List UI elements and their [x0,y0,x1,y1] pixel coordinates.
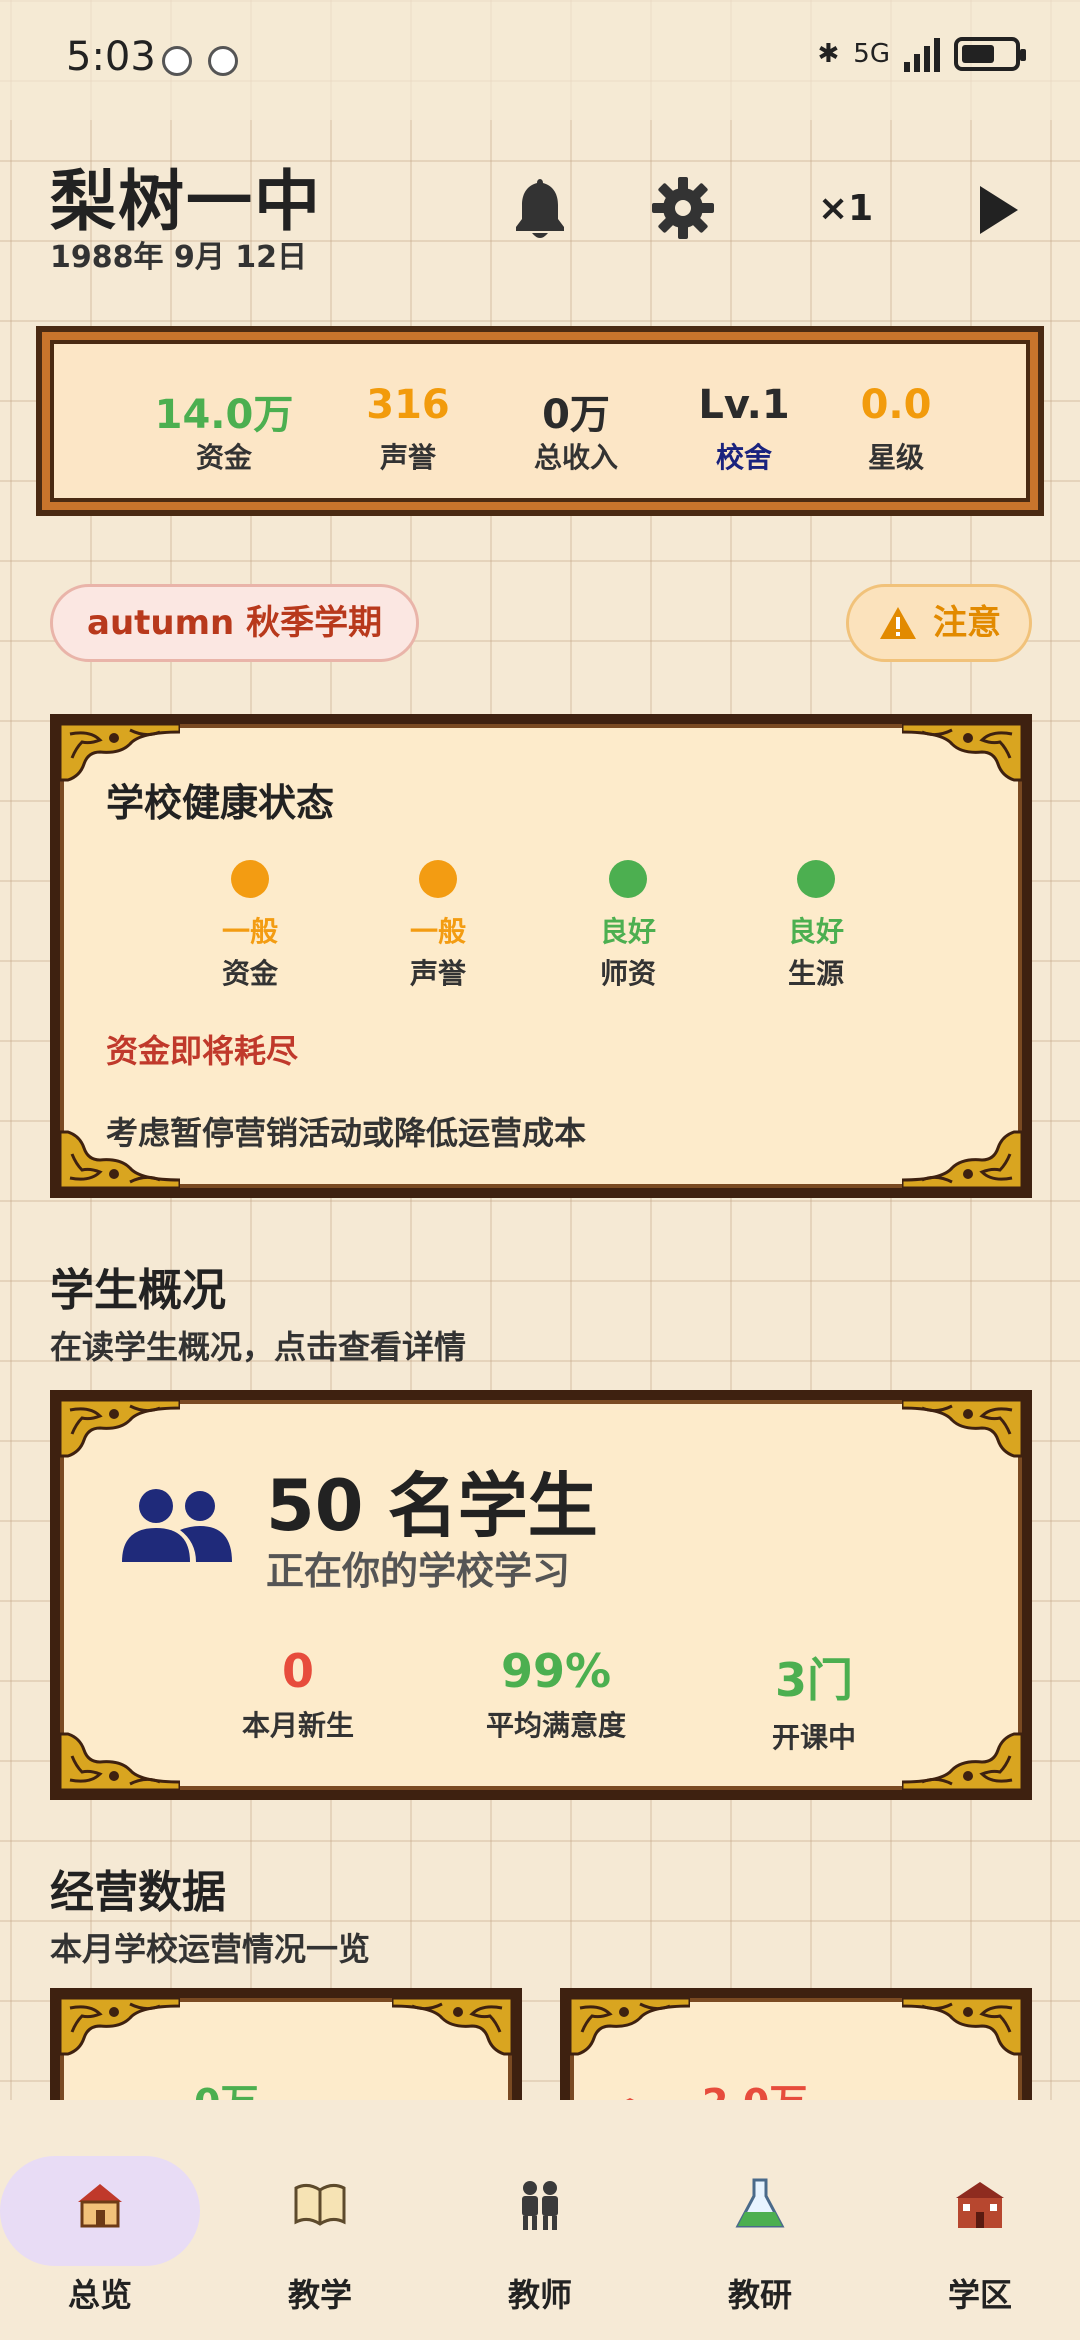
status-indicators: ✱ 5G [817,36,1026,72]
status-bar: 5:03 ✱ 5G [0,0,1080,120]
health-item-teachers: 良好 师资 [568,860,688,992]
health-name: 生源 [787,957,844,990]
status-dot [231,860,269,898]
nav-research[interactable]: 教研 [660,2126,860,2326]
book-icon [294,2183,346,2226]
signal-icon [904,36,940,72]
health-title: 学校健康状态 [106,781,335,825]
warning-label: 注意 [933,603,1001,643]
health-item-funds: 一般 资金 [190,860,310,992]
network-type: 5G [853,39,890,69]
status-dot [419,860,457,898]
bell-icon[interactable] [512,175,568,241]
health-advice: 考虑暂停营销活动或降低运营成本 [106,1114,587,1152]
corner-ornament [902,1128,1022,1188]
student-count-subtitle: 正在你的学校学习 [266,1549,571,1593]
health-state: 良好 [599,915,656,948]
stat-total-income: 0万 总收入 [486,382,666,476]
students-section-subtitle: 在读学生概况，点击查看详情 [50,1328,467,1366]
health-name: 资金 [221,957,278,990]
stat-value: 14.0万 [154,392,294,438]
status-dot [609,860,647,898]
stat-value: 3门 [774,1653,853,1707]
school-name: 梨树一中 [50,163,322,240]
corner-ornament [570,1998,690,2058]
nav-teaching[interactable]: 教学 [220,2126,420,2326]
school-health-card: 学校健康状态 一般 资金 一般 声誉 良好 师资 良好 生源 资金即将耗尽 考虑… [50,714,1032,1198]
nav-label: 总览 [67,2276,132,2314]
students-card[interactable]: 50 名学生 正在你的学校学习 0 本月新生 99% 平均满意度 3门 开课中 [50,1390,1032,1800]
student-count: 50 名学生 [266,1465,598,1547]
term-badge: autumn 秋季学期 [50,584,420,662]
nav-label: 教师 [507,2276,572,2314]
people-icon [122,1489,232,1562]
stat-courses: 3门 开课中 [704,1644,924,1756]
health-item-enrollment: 良好 生源 [756,860,876,992]
house-icon [78,2184,122,2228]
health-state: 一般 [221,915,278,948]
school-building-icon [956,2182,1004,2228]
ops-section-subtitle: 本月学校运营情况一览 [50,1930,371,1968]
notification-dot-icon [162,46,192,76]
stat-label: 总收入 [533,441,618,474]
stat-value: 0.0 [860,382,932,428]
nav-label: 教研 [727,2276,792,2314]
teachers-icon [522,2181,558,2230]
flask-icon [735,2178,785,2228]
stat-label: 开课中 [771,1721,856,1754]
health-state: 一般 [409,915,466,948]
nav-overview[interactable]: 总览 [0,2126,200,2326]
notification-dot-icon [208,46,238,76]
stat-value: 99% [500,1644,612,1698]
nav-teachers[interactable]: 教师 [440,2126,640,2326]
bottom-nav: 总览 教学 教师 教研 学区 [0,2100,1080,2340]
health-name: 声誉 [409,957,466,990]
health-item-reputation: 一般 声誉 [378,860,498,992]
stat-label: 资金 [195,441,252,474]
stat-funds: 14.0万 资金 [134,382,314,476]
stat-label: 声誉 [379,441,436,474]
stats-panel: 14.0万 资金 316 声誉 0万 总收入 Lv.1 校舍 0.0 星级 [36,326,1044,516]
ops-section-title: 经营数据 [50,1867,226,1918]
stat-label: 本月新生 [241,1709,354,1742]
warning-icon [880,607,916,639]
warning-button[interactable]: 注意 [846,584,1032,662]
corner-ornament [902,1998,1022,2058]
corner-ornament [392,1998,512,2058]
stat-value: 0 [281,1644,314,1698]
health-alert: 资金即将耗尽 [106,1032,299,1070]
stat-reputation: 316 声誉 [318,382,498,476]
stat-label: 星级 [867,441,924,474]
stat-satisfaction: 99% 平均满意度 [446,1644,666,1744]
nav-district[interactable]: 学区 [880,2126,1080,2326]
corner-ornament [60,1998,180,2058]
stat-value: 0万 [542,392,610,438]
stat-label: 平均满意度 [485,1709,626,1742]
stat-new-students: 0 本月新生 [188,1644,408,1744]
corner-ornament [60,1400,180,1460]
status-time: 5:03 [66,34,156,80]
game-date: 1988年 9月 12日 [50,240,308,275]
gear-icon[interactable] [650,175,716,241]
health-name: 师资 [599,957,656,990]
health-state: 良好 [787,915,844,948]
stat-value: 316 [366,382,450,428]
play-icon[interactable] [980,186,1018,234]
corner-ornament [60,1730,180,1790]
bluetooth-icon: ✱ [817,39,840,69]
corner-ornament [902,724,1022,784]
nav-label: 学区 [947,2276,1012,2314]
corner-ornament [902,1400,1022,1460]
game-speed-button[interactable]: ×1 [818,188,873,229]
stat-stars: 0.0 星级 [806,382,986,476]
nav-label: 教学 [287,2276,352,2314]
status-dot [797,860,835,898]
battery-icon [954,37,1026,71]
students-section-title: 学生概况 [50,1265,226,1316]
